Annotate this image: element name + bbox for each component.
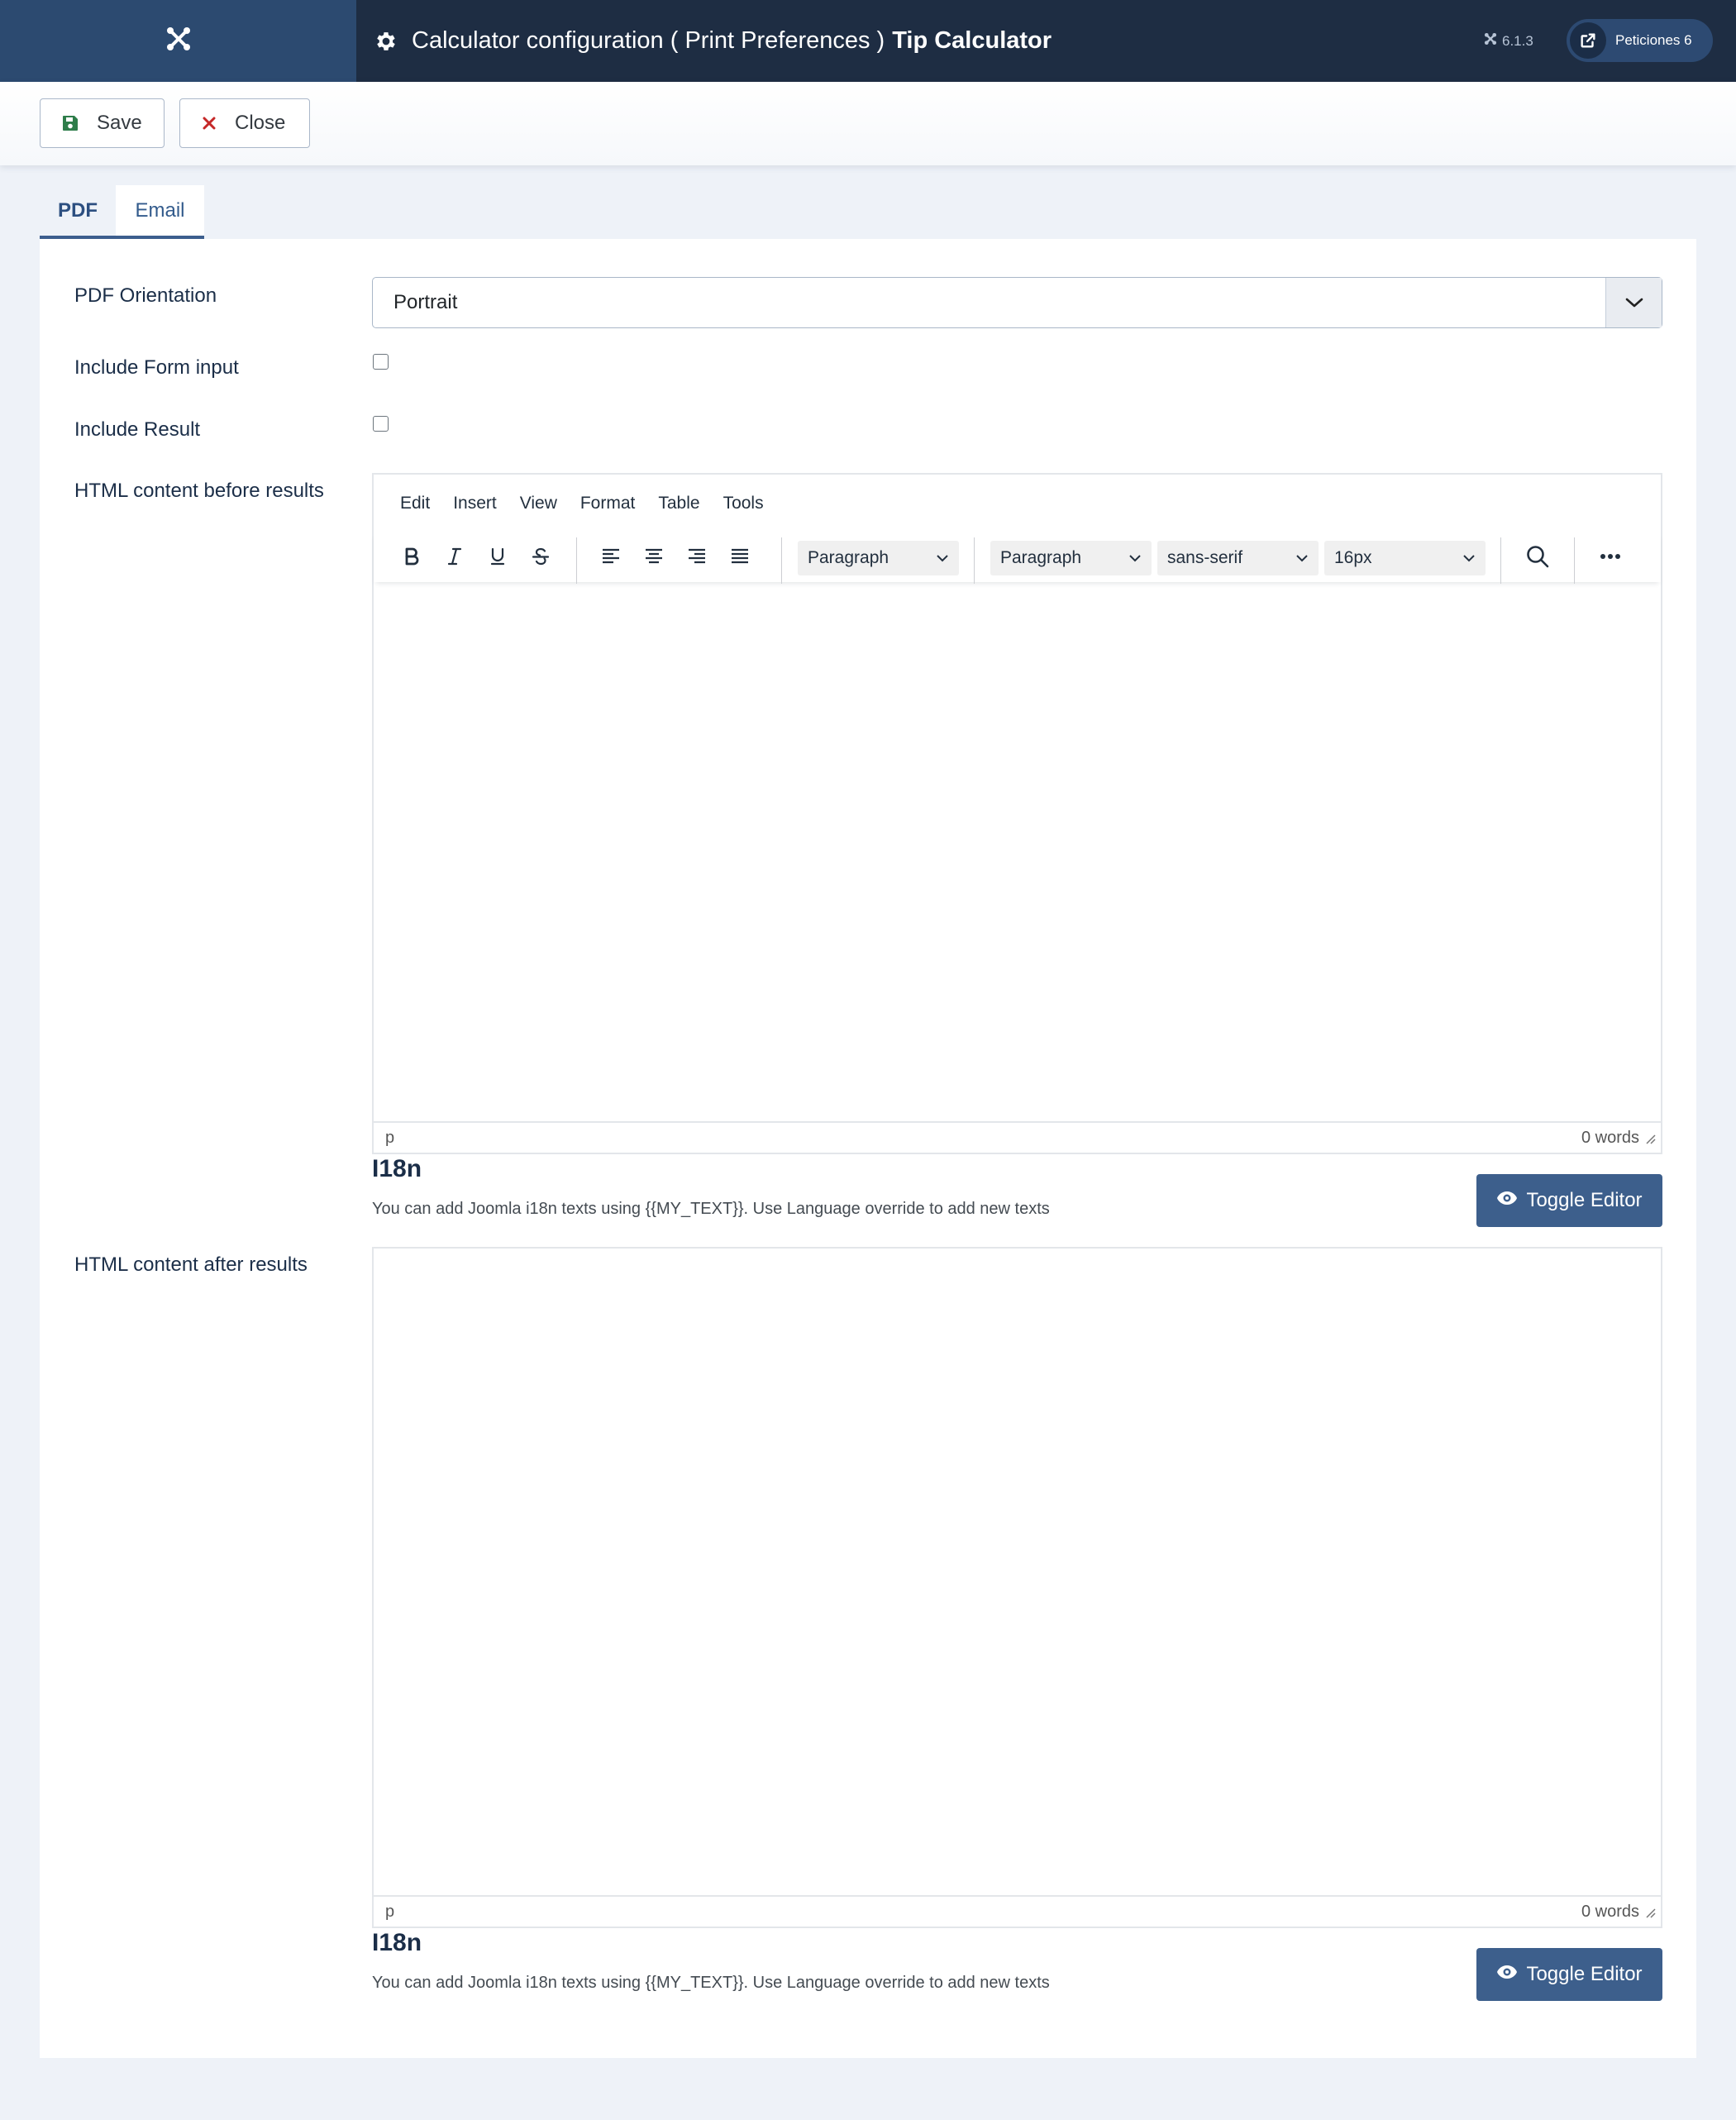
editor-menubar: Edit Insert View Format Table Tools (374, 475, 1661, 532)
chevron-down-icon (1128, 541, 1142, 575)
i18n-description: You can add Joomla i18n texts using {{MY… (372, 1974, 1050, 1992)
align-justify-icon[interactable] (723, 539, 757, 574)
requests-button[interactable]: Peticiones 6 (1567, 19, 1713, 62)
element-path[interactable]: p (385, 1129, 394, 1148)
pdf-orientation-select[interactable]: Portrait (372, 277, 1662, 328)
html-before-results-editor[interactable]: Edit Insert View Format Table Tools Para… (372, 473, 1662, 1154)
toggle-editor-button[interactable]: Toggle Editor (1476, 1948, 1662, 2001)
block-format-dropdown[interactable]: Paragraph (798, 541, 959, 575)
version-text: 6.1.3 (1502, 32, 1533, 49)
element-path[interactable]: p (385, 1903, 394, 1922)
word-count: 0 words (1581, 1128, 1639, 1147)
close-button[interactable]: Close (179, 98, 310, 148)
include-form-input-label: Include Form input (74, 356, 239, 379)
version-badge: 6.1.3 (1484, 0, 1533, 82)
menu-view[interactable]: View (520, 494, 557, 513)
menu-tools[interactable]: Tools (723, 494, 764, 513)
include-form-input-checkbox[interactable] (373, 354, 389, 370)
i18n-description: You can add Joomla i18n texts using {{MY… (372, 1200, 1050, 1218)
html-after-results-editor[interactable]: p 0 words (372, 1247, 1662, 1928)
joomla-logo-link[interactable] (0, 0, 356, 82)
page-title: Calculator configuration ( Print Prefere… (374, 0, 1052, 82)
editor-content-area[interactable] (374, 1249, 1661, 1897)
editor-content-area[interactable] (374, 585, 1661, 1123)
external-link-icon (1570, 22, 1606, 59)
action-toolbar: Save Close (0, 82, 1736, 165)
save-label: Save (97, 112, 142, 134)
include-result-checkbox[interactable] (373, 416, 389, 432)
more-options-icon[interactable] (1593, 539, 1628, 574)
style-format-value: Paragraph (1000, 548, 1082, 567)
italic-icon[interactable] (437, 539, 472, 574)
top-header: Calculator configuration ( Print Prefere… (0, 0, 1736, 82)
chevron-down-icon (1462, 541, 1476, 575)
joomla-logo-icon (165, 25, 193, 57)
requests-label: Peticiones 6 (1615, 32, 1692, 48)
eye-icon (1496, 1189, 1518, 1212)
strikethrough-icon[interactable] (523, 539, 558, 574)
close-icon (202, 116, 217, 131)
toggle-editor-label: Toggle Editor (1526, 1189, 1643, 1211)
underline-icon[interactable] (480, 539, 515, 574)
pdf-orientation-label: PDF Orientation (74, 284, 217, 307)
menu-format[interactable]: Format (580, 494, 636, 513)
font-size-value: 16px (1334, 548, 1372, 567)
page-title-component: Tip Calculator (892, 27, 1052, 54)
menu-table[interactable]: Table (658, 494, 699, 513)
toggle-editor-label: Toggle Editor (1526, 1963, 1643, 1985)
pdf-orientation-value: Portrait (393, 291, 458, 313)
align-center-icon[interactable] (637, 539, 671, 574)
align-right-icon[interactable] (680, 539, 714, 574)
block-format-value: Paragraph (808, 548, 889, 567)
page-title-text: Calculator configuration ( Print Prefere… (412, 27, 885, 54)
toggle-editor-button[interactable]: Toggle Editor (1476, 1174, 1662, 1227)
search-icon[interactable] (1520, 539, 1555, 574)
gear-icon (374, 29, 398, 54)
html-after-results-label: HTML content after results (74, 1253, 308, 1276)
menu-edit[interactable]: Edit (400, 494, 430, 513)
align-left-icon[interactable] (594, 539, 628, 574)
resize-handle-icon[interactable] (1644, 1130, 1656, 1149)
tab-pdf[interactable]: PDF (40, 185, 116, 239)
chevron-down-icon (936, 541, 949, 575)
eye-icon (1496, 1963, 1518, 1986)
word-count: 0 words (1581, 1902, 1639, 1921)
include-result-label: Include Result (74, 418, 201, 441)
editor-statusbar: p 0 words (374, 1121, 1661, 1153)
chevron-down-icon (1605, 278, 1662, 327)
resize-handle-icon[interactable] (1644, 1904, 1656, 1923)
chevron-down-icon (1295, 541, 1309, 575)
font-family-value: sans-serif (1167, 548, 1243, 567)
html-before-results-label: HTML content before results (74, 480, 324, 502)
floppy-disk-icon (62, 115, 79, 131)
editor-statusbar: p 0 words (374, 1895, 1661, 1927)
joomla-small-icon (1484, 32, 1497, 50)
save-button[interactable]: Save (40, 98, 165, 148)
i18n-heading: I18n (372, 1155, 422, 1182)
i18n-heading: I18n (372, 1929, 422, 1956)
bold-icon[interactable] (394, 539, 429, 574)
editor-toolbar: Paragraph Paragraph sans-serif 16px (374, 532, 1661, 584)
font-size-dropdown[interactable]: 16px (1324, 541, 1486, 575)
style-format-dropdown[interactable]: Paragraph (990, 541, 1152, 575)
menu-insert[interactable]: Insert (453, 494, 497, 513)
tab-email[interactable]: Email (116, 185, 204, 239)
close-label: Close (235, 112, 286, 134)
font-family-dropdown[interactable]: sans-serif (1157, 541, 1319, 575)
